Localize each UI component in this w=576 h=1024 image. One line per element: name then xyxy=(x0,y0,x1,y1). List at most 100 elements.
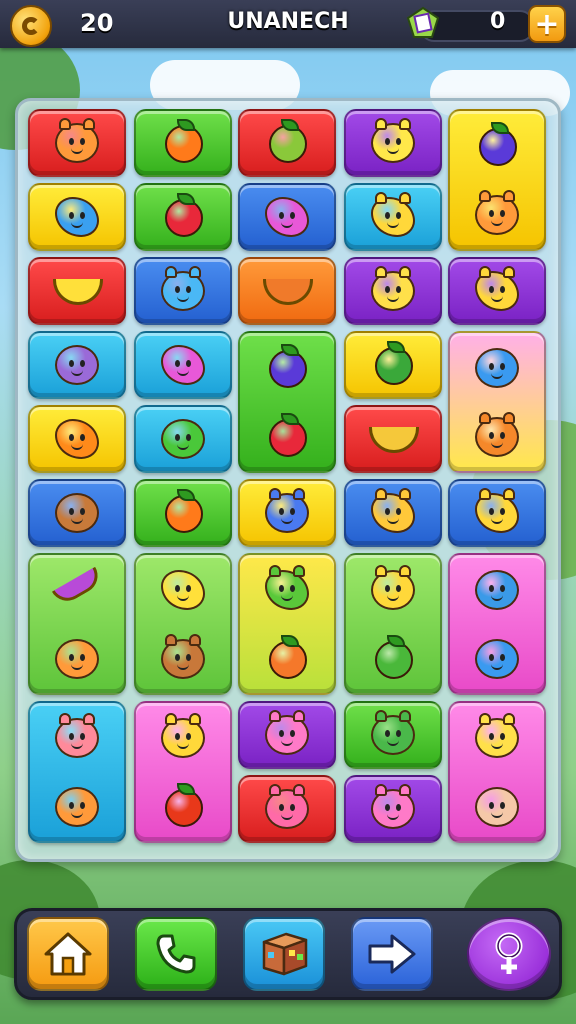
tile-yellow-star[interactable] xyxy=(344,183,442,251)
tile-orange-fruit[interactable] xyxy=(134,109,232,177)
blue-star-icon xyxy=(49,191,105,243)
tile-green-pear[interactable] xyxy=(238,109,336,177)
tile-green-seed[interactable] xyxy=(344,331,442,399)
top-bar: 20 UNANECH 0 + xyxy=(0,0,576,48)
green-bean-icon xyxy=(365,633,421,685)
yellow-creature-icon xyxy=(365,117,421,169)
tile-orange-star[interactable] xyxy=(28,405,126,473)
tile-purple-fish[interactable] xyxy=(28,331,126,399)
blue-fish-icon xyxy=(469,342,525,394)
tile-yellow-bear[interactable] xyxy=(344,257,442,325)
orange-bear-icon xyxy=(469,411,525,463)
tile-blue-star[interactable] xyxy=(28,183,126,251)
green-creature-icon xyxy=(365,709,421,761)
phone-icon xyxy=(156,934,196,974)
yellow-star-creature-icon xyxy=(469,487,525,539)
tile-yellow-star-2[interactable] xyxy=(448,257,546,325)
tile-bird-apple[interactable] xyxy=(134,701,232,843)
yellow-star-icon xyxy=(155,564,211,616)
yellow-leaf-icon xyxy=(365,413,421,465)
red-berry-icon xyxy=(155,191,211,243)
tile-ufo-fish[interactable] xyxy=(448,553,546,695)
plum-icon xyxy=(259,342,315,394)
orange-fish-icon xyxy=(49,633,105,685)
green-seed-icon xyxy=(365,339,421,391)
tile-blue-fish-bear[interactable] xyxy=(448,331,546,473)
inventory-box-button[interactable] xyxy=(243,917,325,991)
tile-yellow-creature[interactable] xyxy=(344,109,442,177)
tile-sun-seed[interactable] xyxy=(238,553,336,695)
yellow-star-creature-icon xyxy=(365,191,421,243)
green-fish-icon xyxy=(155,413,211,465)
tile-plum-strawberry[interactable] xyxy=(238,331,336,473)
tile-plum-and-creature[interactable] xyxy=(448,109,546,251)
blue-splat-creature-icon xyxy=(259,487,315,539)
strawberry-icon xyxy=(259,411,315,463)
pink-creature-icon xyxy=(259,709,315,761)
blue-creature-icon xyxy=(155,265,211,317)
home-button[interactable] xyxy=(27,917,109,991)
tile-pink-flower-2[interactable] xyxy=(134,331,232,399)
tile-carrot-fish[interactable] xyxy=(28,553,126,695)
tile-pink-bear[interactable] xyxy=(238,775,336,843)
orange-fish-icon xyxy=(49,781,105,833)
box-icon xyxy=(262,932,308,976)
orange-seed-icon xyxy=(259,633,315,685)
tile-star-box[interactable] xyxy=(134,553,232,695)
ufo-icon xyxy=(469,564,525,616)
game-board xyxy=(15,98,561,862)
box-creature-icon xyxy=(155,633,211,685)
tile-yellow-star-3[interactable] xyxy=(448,479,546,547)
tile-pyramid-bean[interactable] xyxy=(344,553,442,695)
house-block-icon xyxy=(49,487,105,539)
pink-flower-icon xyxy=(155,339,211,391)
coin-icon[interactable] xyxy=(10,5,52,47)
tile-house[interactable] xyxy=(28,479,126,547)
tile-orange-creature[interactable] xyxy=(28,109,126,177)
tile-yellow-leaf[interactable] xyxy=(344,405,442,473)
purple-fish-icon xyxy=(49,339,105,391)
arrow-right-icon xyxy=(368,934,416,974)
tile-orange-boat[interactable] xyxy=(238,257,336,325)
tile-bear-cup[interactable] xyxy=(448,701,546,843)
next-button[interactable] xyxy=(351,917,433,991)
bottom-nav-bar xyxy=(14,908,562,1000)
pear-icon xyxy=(259,117,315,169)
home-icon xyxy=(44,932,92,976)
tile-blue-creature[interactable] xyxy=(134,257,232,325)
orange-creature-icon xyxy=(469,189,525,241)
orange-fruit-icon xyxy=(155,487,211,539)
pink-pig-icon xyxy=(49,712,105,764)
orange-bowl-icon xyxy=(259,265,315,317)
profile-button[interactable] xyxy=(467,917,551,991)
tile-red-berry[interactable] xyxy=(134,183,232,251)
female-symbol-icon xyxy=(495,932,523,974)
yellow-bear-icon xyxy=(365,265,421,317)
green-sun-creature-icon xyxy=(259,564,315,616)
tile-green-creature[interactable] xyxy=(344,701,442,769)
cup-icon xyxy=(469,781,525,833)
orange-fruit-icon xyxy=(155,117,211,169)
yellow-bear-icon xyxy=(469,712,525,764)
orange-creature-icon xyxy=(49,117,105,169)
gem-count-value: 0 xyxy=(490,9,506,34)
pink-bear-icon xyxy=(259,783,315,835)
tile-green-fish[interactable] xyxy=(134,405,232,473)
tile-blue-splat[interactable] xyxy=(238,479,336,547)
red-apple-icon xyxy=(155,781,211,833)
tile-orange-2[interactable] xyxy=(134,479,232,547)
banana-icon xyxy=(49,265,105,317)
plum-icon xyxy=(469,120,525,172)
yellow-bird-icon xyxy=(155,712,211,764)
phone-button[interactable] xyxy=(135,917,217,991)
tile-pink-creature-2[interactable] xyxy=(344,775,442,843)
tile-pig-fish[interactable] xyxy=(28,701,126,843)
yellow-star-creature-icon xyxy=(469,265,525,317)
blue-fish-icon xyxy=(469,633,525,685)
tile-sunflower[interactable] xyxy=(344,479,442,547)
pink-creature-icon xyxy=(365,783,421,835)
tile-banana[interactable] xyxy=(28,257,126,325)
tile-pink-creature[interactable] xyxy=(238,701,336,769)
add-gems-button[interactable]: + xyxy=(528,5,566,43)
tile-pink-flower[interactable] xyxy=(238,183,336,251)
